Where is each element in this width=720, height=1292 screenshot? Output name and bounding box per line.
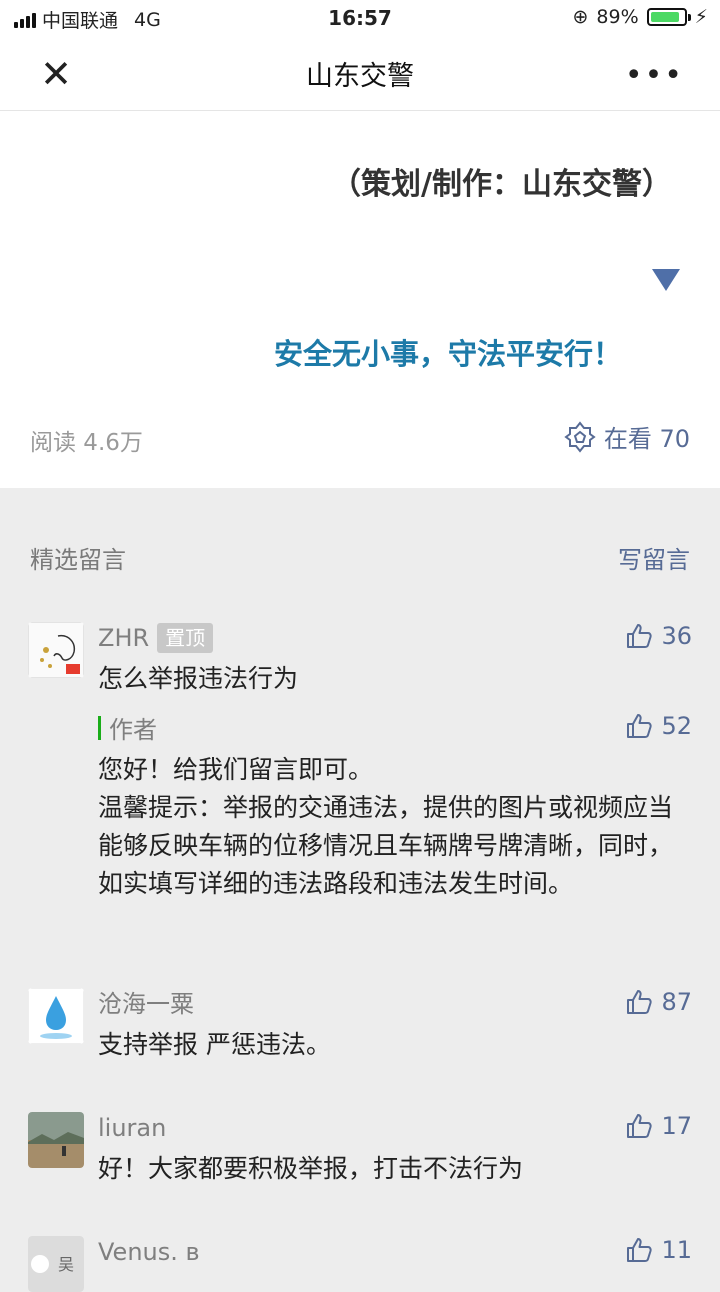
rotation-lock-icon: ⊕ (572, 6, 589, 28)
read-count: 阅读 4.6万 (30, 430, 143, 456)
battery-info: ⊕ 89% ⚡ (573, 6, 709, 28)
comment-text: 怎么举报违法行为 (98, 664, 299, 693)
comment-nickname: ZHR (98, 624, 150, 652)
like-button[interactable]: 36 (625, 622, 692, 650)
svg-text:吴: 吴 (58, 1255, 74, 1274)
status-bar: 中国联通 4G 16:57 ⊕ 89% ⚡ (0, 0, 720, 38)
avatar[interactable] (28, 988, 84, 1044)
battery-percent: 89% (596, 6, 639, 28)
comment-text: 支持举报 严惩违法。 (98, 1030, 331, 1059)
avatar[interactable] (28, 1112, 84, 1168)
article-content: （策划/制作：山东交警） 安全无小事，守法平安行！ 阅读 4.6万 在看 70 (0, 111, 720, 488)
thumbs-up-icon (627, 1238, 653, 1262)
comments-label: 精选留言 (30, 546, 126, 574)
like-count: 17 (661, 1112, 692, 1140)
article-credit: （策划/制作：山东交警） (331, 167, 672, 202)
like-count: 87 (661, 988, 692, 1016)
comment-text: 好！大家都要积极举报，打击不法行为 (98, 1154, 524, 1183)
comment-body: ZHR 置顶 36 怎么举报违法行为 作者 52 您好！给我们留言即可。 温馨提… (98, 622, 692, 903)
comment-body: Venus. в 11 (98, 1236, 692, 1268)
comments-header: 精选留言 写留言 (30, 540, 690, 575)
like-count: 11 (661, 1236, 692, 1264)
page-title: 山东交警 (306, 61, 414, 92)
like-count: 52 (661, 712, 692, 740)
wow-button[interactable]: 在看 70 (564, 419, 690, 454)
more-icon[interactable]: ••• (625, 58, 684, 93)
like-count: 36 (661, 622, 692, 650)
avatar[interactable] (28, 622, 84, 678)
comment-body: 沧海一粟 87 支持举报 严惩违法。 (98, 988, 692, 1064)
wow-label: 在看 70 (603, 425, 690, 453)
like-button[interactable]: 87 (625, 988, 692, 1016)
comment-nickname: 沧海一粟 (98, 990, 194, 1018)
thumbs-up-icon (627, 990, 653, 1014)
author-bar (98, 715, 101, 740)
battery-icon (646, 8, 691, 26)
charging-icon: ⚡ (694, 6, 708, 28)
write-comment-button[interactable]: 写留言 (618, 540, 690, 575)
comment-nickname-row: ZHR 置顶 (98, 622, 692, 654)
reply-like-button[interactable]: 52 (625, 712, 692, 740)
thumbs-up-icon (627, 1114, 653, 1138)
author-reply-text: 您好！给我们留言即可。 温馨提示：举报的交通违法，提供的图片或视频应当能够反映车… (98, 755, 674, 898)
thumbs-up-icon (627, 624, 653, 648)
comments-section: 精选留言 写留言 ZHR 置顶 36 怎么举报违法行为 作者 52 您好！给我们… (0, 488, 720, 1292)
avatar[interactable]: 吴 (28, 1236, 84, 1292)
comment-body: liuran 17 好！大家都要积极举报，打击不法行为 (98, 1112, 692, 1188)
like-button[interactable]: 17 (625, 1112, 692, 1140)
comment-nickname: liuran (98, 1114, 167, 1142)
comment-nickname: Venus. в (98, 1238, 200, 1266)
pinned-badge: 置顶 (157, 623, 214, 653)
article-slogan: 安全无小事，守法平安行！ (273, 337, 622, 371)
wow-icon (564, 420, 596, 453)
thumbs-up-icon (627, 714, 653, 738)
author-label: 作者 (109, 716, 157, 744)
author-reply: 作者 52 您好！给我们留言即可。 温馨提示：举报的交通违法，提供的图片或视频应… (98, 710, 692, 903)
triangle-icon (652, 269, 680, 291)
nav-bar: ✕ 山东交警 ••• (0, 38, 720, 111)
like-button[interactable]: 11 (625, 1236, 692, 1264)
author-reply-head: 作者 (98, 710, 692, 745)
